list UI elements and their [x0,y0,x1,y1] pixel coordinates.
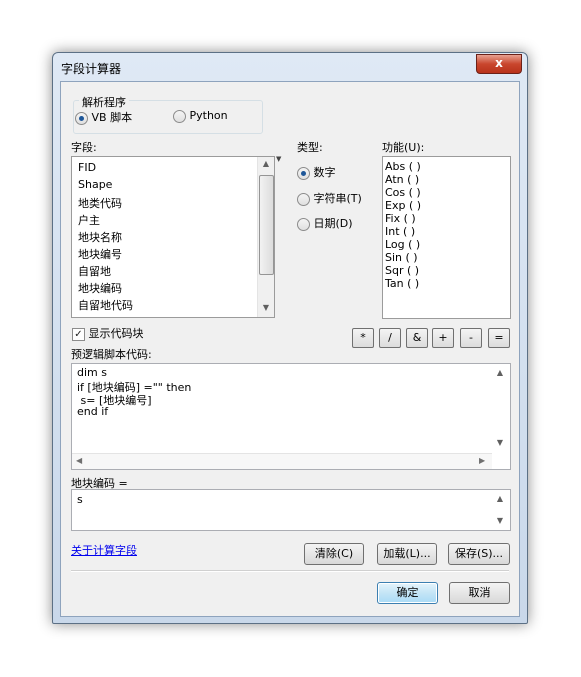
scroll-up-icon[interactable]: ▲ [258,159,274,168]
save-button[interactable]: 保存(S)... [448,543,510,565]
type-date-option[interactable]: 日期(D) [297,215,353,231]
title-bar[interactable]: 字段计算器 x [53,53,527,81]
code-line: end if [77,405,109,418]
function-item[interactable]: Int ( ) [385,225,415,238]
field-list-dropdown-icon[interactable]: ▼ [276,155,281,163]
clear-button[interactable]: 清除(C) [304,543,364,565]
parser-vb-radio[interactable] [75,111,88,125]
function-item[interactable]: Tan ( ) [385,277,419,290]
field-item[interactable]: 地类代码 [78,195,122,211]
type-label: 类型: [297,141,323,154]
parser-python-label: Python [189,109,228,122]
field-item[interactable]: FID [78,161,96,174]
code-line: dim s [77,366,107,379]
field-item[interactable]: 地块编号 [78,246,122,262]
scroll-left-icon[interactable]: ◀ [76,456,82,465]
dialog-body: 解析程序 VB 脚本 Python 字段: FID Shape 地类代码 户主 … [60,81,520,617]
function-item[interactable]: Sqr ( ) [385,264,419,277]
type-string-option[interactable]: 字符串(T) [297,190,362,206]
field-item[interactable]: 地块编码 [78,280,122,296]
type-date-label: 日期(D) [313,217,353,230]
parser-group-label: 解析程序 [79,94,129,110]
function-item[interactable]: Exp ( ) [385,199,421,212]
type-number-label: 数字 [313,166,336,179]
parser-vb-option[interactable]: VB 脚本 [75,109,132,125]
field-item[interactable]: 地块名称 [78,229,122,245]
expression-value: s [77,493,83,506]
function-item[interactable]: Sin ( ) [385,251,418,264]
show-codeblock-option[interactable]: ✓ 显示代码块 [72,325,144,341]
parser-python-option[interactable]: Python [173,109,228,123]
cancel-button[interactable]: 取消 [449,582,510,604]
separator [71,570,509,572]
prelogic-code-textarea[interactable]: dim s if [地块编码] ="" then s= [地块编号] end i… [71,363,511,470]
parser-python-radio[interactable] [173,109,186,123]
window-title: 字段计算器 [61,62,122,76]
show-codeblock-checkbox[interactable]: ✓ [72,327,85,341]
about-calculate-field-link[interactable]: 关于计算字段 [71,542,137,558]
scroll-down-icon[interactable]: ▼ [258,303,274,312]
operator-plus-button[interactable]: + [432,328,454,348]
fields-scrollbar[interactable]: ▲ ▼ [257,157,274,317]
scroll-right-icon[interactable]: ▶ [479,456,485,465]
function-item[interactable]: Atn ( ) [385,173,419,186]
operator-minus-button[interactable]: - [460,328,482,348]
scroll-down-icon[interactable]: ▼ [492,438,508,447]
type-string-label: 字符串(T) [313,192,362,205]
scroll-up-icon[interactable]: ▲ [492,494,508,503]
function-item[interactable]: Cos ( ) [385,186,421,199]
field-item[interactable]: 户主 [78,212,100,228]
function-item[interactable]: Log ( ) [385,238,420,251]
checkmark-icon: ✓ [74,328,83,340]
field-item[interactable]: 自留地代码 [78,297,133,313]
fields-label: 字段: [71,141,97,154]
parser-vb-label: VB 脚本 [91,111,133,124]
functions-label: 功能(U): [382,141,425,154]
function-item[interactable]: Abs ( ) [385,160,421,173]
functions-listbox[interactable]: Abs ( ) Atn ( ) Cos ( ) Exp ( ) Fix ( ) … [382,156,511,319]
field-item[interactable]: 自留地 [78,263,111,279]
function-item[interactable]: Fix ( ) [385,212,416,225]
scroll-up-icon[interactable]: ▲ [492,368,508,377]
prelogic-label: 预逻辑脚本代码: [71,348,152,361]
fields-scroll-thumb[interactable] [259,175,274,275]
fields-listbox[interactable]: FID Shape 地类代码 户主 地块名称 地块编号 自留地 地块编码 自留地… [71,156,275,318]
close-icon: x [495,56,503,70]
close-button[interactable]: x [476,54,522,74]
operator-concat-button[interactable]: & [406,328,428,348]
operator-multiply-button[interactable]: * [352,328,374,348]
ok-button[interactable]: 确定 [377,582,438,604]
type-string-radio[interactable] [297,192,310,206]
expression-textarea[interactable]: s ▲ ▼ [71,489,511,531]
operator-divide-button[interactable]: / [379,328,401,348]
field-item[interactable]: Shape [78,178,112,191]
scroll-down-icon[interactable]: ▼ [492,516,508,525]
type-number-radio[interactable] [297,166,310,180]
show-codeblock-label: 显示代码块 [88,327,144,340]
field-calculator-window: 字段计算器 x 解析程序 VB 脚本 Python 字段: FID Shape … [52,52,528,624]
load-button[interactable]: 加载(L)... [377,543,437,565]
operator-equals-button[interactable]: = [488,328,510,348]
type-number-option[interactable]: 数字 [297,164,336,180]
type-date-radio[interactable] [297,217,310,231]
prelogic-hscrollbar[interactable]: ◀ ▶ [72,453,492,469]
